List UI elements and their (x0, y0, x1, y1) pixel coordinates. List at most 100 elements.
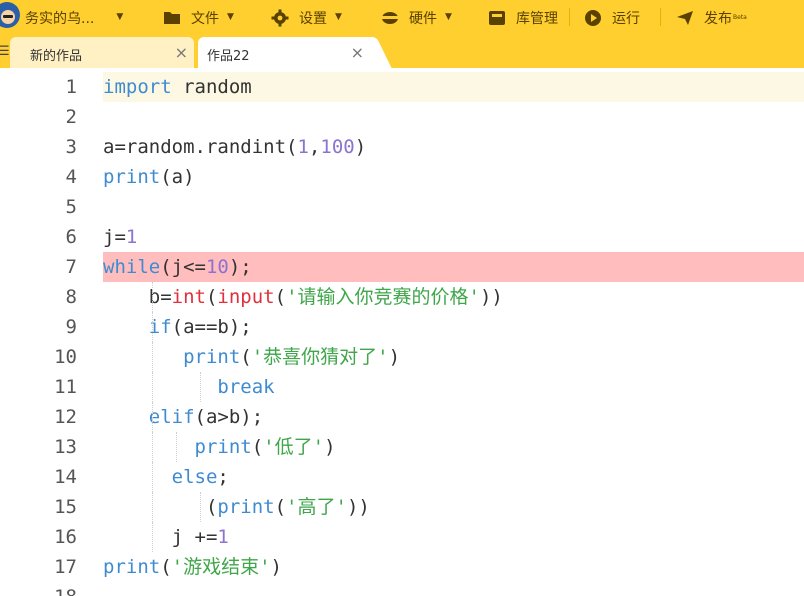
code-token: random (171, 76, 252, 98)
code-line[interactable]: a=random.randint(1,100) (103, 132, 804, 162)
code-line[interactable]: while(j<=10); (103, 252, 804, 282)
code-line[interactable]: elif(a>b); (103, 402, 804, 432)
line-number: 14 (54, 466, 77, 488)
code-token: (a>b); (194, 406, 264, 428)
close-icon[interactable]: × (175, 43, 188, 62)
menu-icon[interactable]: ☰ (0, 44, 10, 59)
code-line[interactable] (103, 102, 804, 132)
code-token: int (171, 286, 206, 308)
code-token: import (103, 76, 172, 98)
send-icon (675, 8, 695, 28)
run-button[interactable]: 运行 (583, 0, 640, 35)
code-line[interactable]: print(a) (103, 162, 804, 192)
code-token: else (171, 466, 218, 488)
menu-hardware-label: 硬件 (409, 10, 437, 27)
line-number: 3 (65, 136, 77, 158)
code-token: print (103, 556, 161, 578)
menu-divider (569, 8, 570, 26)
line-number: 17 (54, 556, 77, 578)
code-token: ( (205, 286, 218, 308)
indent-guide (152, 312, 153, 342)
code-token: (a) (160, 166, 195, 188)
code-token: input (217, 286, 275, 308)
menu-divider (660, 8, 661, 26)
code-token: , (308, 136, 321, 158)
indent-guide (152, 372, 153, 402)
line-number: 13 (54, 436, 77, 458)
line-number: 15 (54, 496, 77, 518)
code-line[interactable]: break (103, 372, 804, 402)
code-line[interactable]: print('恭喜你猜对了') (103, 342, 804, 372)
code-token: print (217, 496, 275, 518)
code-line[interactable]: else; (103, 462, 804, 492)
indent-guide (152, 402, 153, 432)
publish-button-label: 发布 (704, 10, 732, 27)
code-line[interactable]: b=int(input('请输入你竞赛的价格')) (103, 282, 804, 312)
code-token: 1 (217, 526, 229, 548)
user-avatar-icon[interactable] (0, 2, 20, 28)
code-token: ) (324, 436, 336, 458)
code-token: 100 (320, 136, 355, 158)
code-token: ( (274, 286, 287, 308)
code-line[interactable]: j=1 (103, 222, 804, 252)
chevron-down-icon: ▼ (116, 12, 124, 22)
code-token: j += (103, 526, 218, 548)
menu-settings[interactable]: 设置 ▼ (270, 0, 342, 35)
code-token: '恭喜你猜对了' (251, 346, 389, 368)
code-token: ( (160, 556, 172, 578)
menu-library[interactable]: 库管理 (487, 0, 558, 35)
code-editor[interactable]: 123456789101112131415161718 import rando… (0, 68, 804, 596)
code-line[interactable]: if(a==b); (103, 312, 804, 342)
code-token: 10 (205, 256, 229, 278)
indent-guide (152, 522, 153, 552)
project-selector[interactable]: 务实的乌... ▼ (25, 0, 123, 35)
code-token: )) (479, 286, 503, 308)
code-token: print (194, 436, 252, 458)
line-number: 9 (65, 316, 77, 338)
code-line[interactable]: import random (103, 72, 804, 102)
code-token: a=random.randint( (103, 136, 298, 158)
play-icon (583, 8, 603, 28)
line-number: 16 (54, 526, 77, 548)
line-number-gutter: 123456789101112131415161718 (0, 68, 103, 596)
code-token: ); (228, 256, 252, 278)
indent-guide (152, 492, 153, 522)
code-token: ; (217, 466, 229, 488)
code-line[interactable]: (print('高了')) (103, 492, 804, 522)
line-number: 7 (65, 256, 77, 278)
code-line[interactable]: j +=1 (103, 522, 804, 552)
code-token: '低了' (263, 436, 325, 458)
close-icon[interactable]: × (351, 43, 364, 62)
project-name: 务实的乌... (25, 10, 95, 27)
indent-guide (152, 282, 153, 312)
run-button-label: 运行 (612, 10, 640, 27)
code-token: j= (103, 226, 126, 248)
menu-hardware[interactable]: 硬件 ▼ (380, 0, 452, 35)
code-token: break (217, 376, 275, 398)
code-token: 1 (125, 226, 138, 248)
code-line[interactable] (103, 192, 804, 222)
code-token: ( (274, 496, 287, 518)
code-token: (j<= (160, 256, 206, 278)
line-number: 4 (65, 166, 77, 188)
line-number: 11 (54, 376, 77, 398)
gear-icon (270, 8, 290, 28)
publish-button[interactable]: 发布 Beta (675, 0, 747, 35)
library-icon (487, 8, 507, 28)
indent-guide (200, 372, 201, 402)
line-number: 6 (65, 226, 77, 248)
code-line[interactable]: print('游戏结束') (103, 552, 804, 582)
code-line[interactable] (103, 582, 804, 596)
line-number: 12 (54, 406, 77, 428)
line-number: 5 (65, 196, 77, 218)
code-token: while (103, 256, 161, 278)
code-token: )) (346, 496, 370, 518)
chevron-down-icon: ▼ (335, 12, 342, 22)
menu-file[interactable]: 文件 ▼ (162, 0, 234, 35)
code-line[interactable]: print('低了') (103, 432, 804, 462)
tab-new-work[interactable]: 新的作品 × (10, 37, 194, 68)
tab-work-22[interactable]: 作品22 × (198, 37, 374, 68)
line-number: 10 (54, 346, 77, 368)
